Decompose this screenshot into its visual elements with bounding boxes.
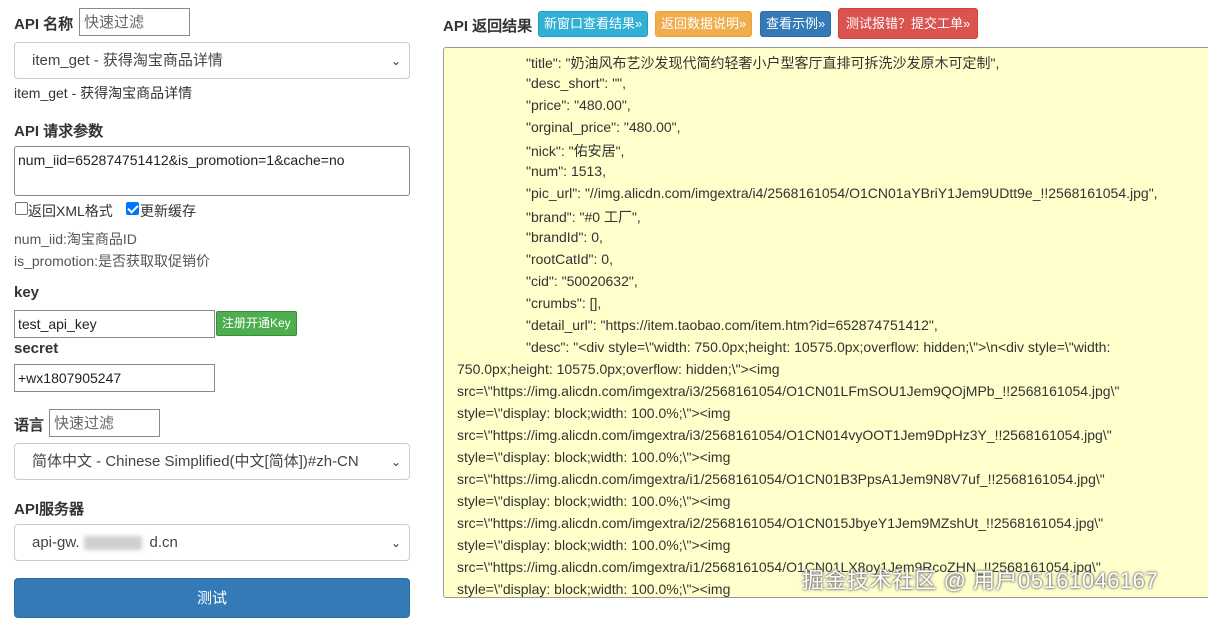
api-name-label: API 名称 — [14, 16, 74, 33]
result-line: "price": "480.00", — [526, 97, 631, 113]
watermark: 掘金技术社区 @ 用户05161046167 — [802, 568, 1159, 593]
update-cache-checkbox[interactable] — [126, 202, 139, 215]
result-line: "num": 1513, — [526, 163, 606, 179]
server-select-prefix: api-gw. — [32, 534, 80, 551]
result-line: style=\"display: block;width: 100.0%;\">… — [457, 581, 731, 597]
result-line: src=\"https://img.alicdn.com/imgextra/i2… — [457, 515, 1104, 531]
result-line: src=\"https://img.alicdn.com/imgextra/i3… — [457, 427, 1112, 443]
lang-select-value: 简体中文 - Chinese Simplified(中文[简体])#zh-CN — [32, 453, 359, 470]
hint-promotion: is_promotion:是否获取取促销价 — [14, 253, 211, 269]
result-line: "crumbs": [], — [526, 295, 602, 311]
result-line: "desc": "<div style=\"width: 750.0px;hei… — [526, 339, 1111, 355]
result-line: "nick": "佑安居", — [526, 143, 625, 159]
chevron-down-icon: ⌄ — [390, 455, 401, 469]
server-label: API服务器 — [14, 501, 85, 518]
hint-num-iid: num_iid:淘宝商品ID — [14, 231, 137, 247]
result-line: "brand": "#0 工厂", — [526, 209, 641, 225]
result-line: "desc_short": "", — [526, 75, 627, 91]
result-line: "orginal_price": "480.00", — [526, 119, 681, 135]
result-line: style=\"display: block;width: 100.0%;\">… — [457, 405, 731, 421]
lang-label: 语言 — [14, 417, 45, 434]
api-filter-input[interactable] — [79, 8, 190, 36]
secret-input[interactable] — [14, 364, 215, 392]
xml-format-label: 返回XML格式 — [28, 203, 113, 219]
server-select-suffix: d.cn — [149, 534, 178, 551]
result-line: "detail_url": "https://item.taobao.com/i… — [526, 317, 938, 333]
result-line: style=\"display: block;width: 100.0%;\">… — [457, 493, 731, 509]
result-title: API 返回结果 — [443, 18, 533, 35]
params-textarea[interactable]: num_iid=652874751412&is_promotion=1&cach… — [14, 146, 410, 196]
params-label: API 请求参数 — [14, 123, 104, 140]
lang-select[interactable]: 简体中文 - Chinese Simplified(中文[简体])#zh-CN … — [14, 443, 410, 480]
result-line: style=\"display: block;width: 100.0%;\">… — [457, 449, 731, 465]
update-cache-label: 更新缓存 — [140, 203, 196, 219]
register-key-button[interactable]: 注册开通Key — [216, 311, 297, 336]
result-line: "brandId": 0, — [526, 229, 603, 245]
key-label: key — [14, 284, 40, 301]
view-example-button[interactable]: 查看示例» — [760, 11, 832, 37]
new-window-button[interactable]: 新窗口查看结果» — [538, 11, 649, 37]
result-line: src=\"https://img.alicdn.com/imgextra/i1… — [457, 471, 1105, 487]
result-line: style=\"display: block;width: 100.0%;\">… — [457, 537, 731, 553]
api-select-caption: item_get - 获得淘宝商品详情 — [14, 85, 193, 101]
result-line: "title": "奶油风布艺沙发现代简约轻奢小户型客厅直排可拆洗沙发原木可定制… — [526, 55, 1000, 71]
secret-label: secret — [14, 340, 59, 357]
server-select[interactable]: api-gw. d.cn ⌄ — [14, 524, 410, 561]
api-select[interactable]: item_get - 获得淘宝商品详情 ⌄ — [14, 42, 410, 79]
chevron-down-icon: ⌄ — [390, 54, 401, 68]
result-line: 750.0px;height: 10575.0px;overflow: hidd… — [457, 361, 780, 377]
key-input[interactable] — [14, 310, 215, 338]
result-line: "rootCatId": 0, — [526, 251, 613, 267]
result-panel[interactable]: "title": "奶油风布艺沙发现代简约轻奢小户型客厅直排可拆洗沙发原木可定制… — [443, 47, 1208, 598]
result-line: "cid": "50020632", — [526, 273, 638, 289]
api-select-value: item_get - 获得淘宝商品详情 — [32, 52, 223, 69]
report-issue-button[interactable]: 测试报错？提交工单» — [838, 8, 979, 39]
xml-format-checkbox[interactable] — [15, 202, 28, 215]
test-button[interactable]: 测试 — [14, 578, 410, 618]
result-line: src=\"https://img.alicdn.com/imgextra/i3… — [457, 383, 1120, 399]
chevron-down-icon: ⌄ — [390, 536, 401, 550]
result-line: "pic_url": "//img.alicdn.com/imgextra/i4… — [526, 185, 1158, 201]
result-doc-button[interactable]: 返回数据说明» — [655, 11, 753, 37]
lang-filter-input[interactable] — [49, 409, 160, 437]
